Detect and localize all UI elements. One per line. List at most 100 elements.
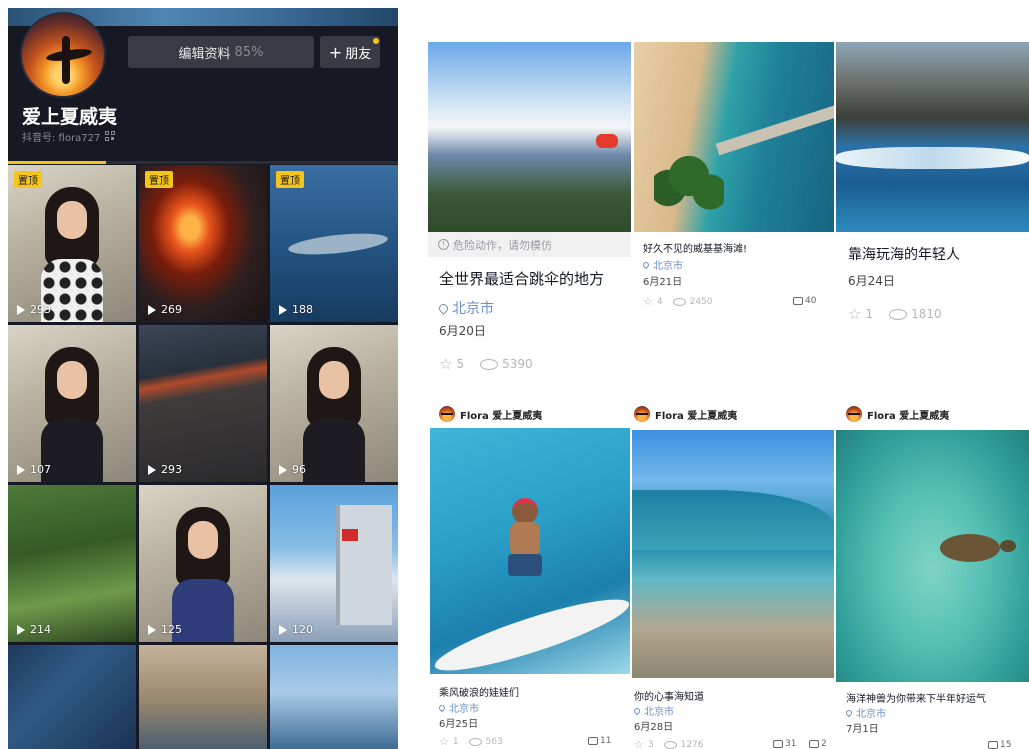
ocean-wave-image[interactable]	[632, 430, 834, 678]
comment-count[interactable]: 40	[793, 296, 816, 306]
view-count: 1810	[911, 307, 942, 321]
comment-icon	[588, 737, 598, 745]
video-tile[interactable]: 96	[270, 325, 398, 482]
view-icon	[480, 358, 499, 370]
star-count: 1	[865, 307, 874, 321]
sea-turtle-image[interactable]	[836, 430, 1029, 682]
card-stats: ☆ 4 2450	[643, 295, 713, 308]
play-icon	[17, 464, 25, 475]
star-count: 5	[456, 357, 465, 371]
woman-thumbnail	[303, 347, 365, 482]
play-count: 107	[17, 463, 51, 476]
warning-text: 危险动作，请勿模仿	[453, 238, 552, 252]
parachutist	[596, 134, 618, 148]
video-tile[interactable]: 置顶 293	[8, 165, 136, 322]
view-count: 563	[485, 736, 503, 747]
sea-turtle	[930, 530, 1020, 564]
star-icon[interactable]: ☆	[634, 738, 644, 749]
add-friend-label: 朋友	[345, 46, 372, 62]
video-tile[interactable]: 置顶 269	[139, 165, 267, 322]
play-count: 96	[279, 463, 306, 476]
author-avatar	[846, 406, 862, 422]
location-icon	[437, 301, 450, 315]
video-tile[interactable]	[139, 645, 267, 749]
play-count: 188	[279, 303, 313, 316]
play-icon	[148, 624, 156, 635]
add-friend-button[interactable]: + 朋友	[320, 36, 380, 68]
skydiving-image[interactable]	[428, 42, 631, 232]
profile-panel: 编辑资料 85% + 朋友 爱上夏威夷 抖音号: flora727 置顶 293…	[8, 8, 398, 749]
pinned-badge: 置顶	[276, 171, 304, 188]
comment-count[interactable]: 15	[988, 740, 1011, 749]
edit-profile-button[interactable]: 编辑资料 85%	[128, 36, 314, 68]
location-icon	[632, 706, 642, 715]
star-icon[interactable]: ☆	[643, 295, 653, 308]
card-title[interactable]: 靠海玩海的年轻人	[848, 244, 960, 264]
pinned-badge: 置顶	[14, 171, 42, 188]
star-icon[interactable]: ☆	[439, 735, 449, 748]
notification-dot	[373, 38, 379, 44]
message-icon	[809, 740, 819, 748]
cliff-ocean-image[interactable]	[836, 42, 1029, 232]
profile-tab-indicator	[8, 161, 398, 164]
view-icon	[663, 740, 677, 749]
video-tile[interactable]: 120	[270, 485, 398, 642]
card-title[interactable]: 全世界最适合跳伞的地方	[439, 268, 604, 289]
feed-panel: ! 危险动作，请勿模仿 全世界最适合跳伞的地方 北京市 6月20日 ☆ 5 53…	[428, 42, 1029, 749]
play-icon	[148, 304, 156, 315]
comment-count[interactable]: 11	[588, 736, 611, 746]
qr-code-icon[interactable]	[105, 131, 116, 142]
play-icon	[17, 304, 25, 315]
star-count: 4	[656, 296, 663, 307]
share-count[interactable]: 2	[809, 739, 827, 749]
card-title[interactable]: 海洋神兽为你带来下半年好运气	[846, 690, 986, 705]
play-icon	[279, 304, 287, 315]
card-location[interactable]: 北京市	[844, 705, 886, 720]
surfing-kid-image[interactable]	[430, 428, 630, 674]
view-count: 5390	[502, 357, 533, 371]
view-count: 2450	[689, 296, 713, 307]
beach-image[interactable]	[634, 42, 834, 232]
play-count: 269	[148, 303, 182, 316]
profile-completion: 85%	[234, 44, 264, 60]
avatar[interactable]	[20, 12, 106, 98]
video-tile[interactable]: 125	[139, 485, 267, 642]
woman-thumbnail	[172, 507, 234, 642]
video-tile[interactable]: 107	[8, 325, 136, 482]
card-author[interactable]: Flora 爱上夏威夷	[846, 406, 949, 422]
author-avatar	[439, 406, 455, 422]
video-tile[interactable]	[8, 645, 136, 749]
view-icon	[672, 297, 686, 306]
star-icon[interactable]: ☆	[848, 305, 861, 323]
danger-warning: ! 危险动作，请勿模仿	[428, 232, 631, 257]
comment-icon	[988, 741, 998, 749]
woman-thumbnail	[41, 187, 103, 322]
card-date: 6月25日	[439, 719, 479, 730]
kid-surfer	[490, 498, 560, 618]
play-count: 293	[148, 463, 182, 476]
author-avatar	[634, 406, 650, 422]
plus-icon: +	[328, 42, 343, 62]
edit-profile-label: 编辑资料	[178, 46, 231, 62]
video-tile[interactable]: 214	[8, 485, 136, 642]
video-tile[interactable]: 置顶 188	[270, 165, 398, 322]
location-icon	[641, 260, 651, 269]
card-title[interactable]: 乘风破浪的娃娃们	[439, 684, 519, 699]
comment-count[interactable]: 31	[773, 739, 796, 749]
card-location[interactable]: 北京市	[632, 703, 674, 718]
card-author[interactable]: Flora 爱上夏威夷	[634, 406, 737, 422]
card-title[interactable]: 你的心事海知道	[634, 688, 704, 703]
video-tile[interactable]: 293	[139, 325, 267, 482]
card-location[interactable]: 北京市	[437, 700, 479, 715]
card-location[interactable]: 北京市	[437, 298, 494, 318]
star-icon[interactable]: ☆	[439, 355, 452, 373]
douyin-id-text: 抖音号: flora727	[22, 133, 101, 144]
card-stats: ☆ 1 1810	[848, 305, 942, 323]
card-location[interactable]: 北京市	[641, 257, 683, 272]
video-tile[interactable]	[270, 645, 398, 749]
card-author[interactable]: Flora 爱上夏威夷	[439, 406, 542, 422]
card-date: 6月20日	[439, 324, 486, 338]
card-title[interactable]: 好久不见的威基基海滩!	[643, 240, 747, 255]
play-icon	[148, 464, 156, 475]
info-icon: !	[438, 239, 449, 250]
